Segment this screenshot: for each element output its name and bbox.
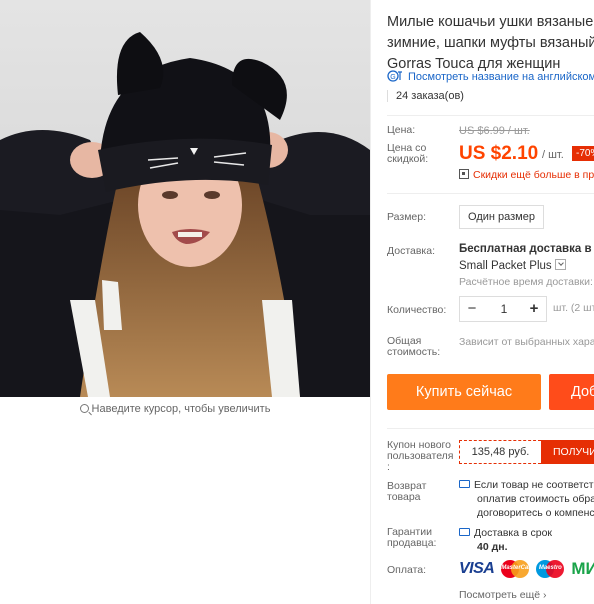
size-label: Размер: bbox=[387, 211, 427, 223]
product-image bbox=[0, 0, 370, 397]
quantity-increase-button[interactable]: + bbox=[522, 297, 546, 321]
delivery-truck-icon bbox=[459, 528, 470, 536]
chevron-down-icon[interactable] bbox=[554, 259, 566, 270]
shipping-label: Доставка: bbox=[387, 245, 436, 257]
zoom-hint: Наведите курсор, чтобы увеличить bbox=[0, 403, 350, 415]
returns-line: договоритесь о компенсации bbox=[477, 507, 594, 519]
panel-divider bbox=[370, 0, 371, 604]
price-label: Цена: bbox=[387, 124, 416, 136]
visa-logo: VISA bbox=[459, 560, 495, 577]
see-more-link[interactable]: Посмотреть ещё › bbox=[459, 589, 547, 601]
english-title-link[interactable]: G Посмотреть название на английском bbox=[387, 70, 594, 83]
quantity-decrease-button[interactable]: − bbox=[460, 297, 484, 321]
total-label: Общая стоимость: bbox=[387, 335, 441, 358]
mastercard-logo: MasterCard bbox=[501, 560, 534, 578]
price-unit: / шт. bbox=[542, 149, 564, 161]
get-coupon-button[interactable]: ПОЛУЧИТЬ СЕЙЧАС bbox=[541, 440, 594, 464]
qr-code-icon bbox=[459, 169, 469, 179]
guarantee-label: Гарантии продавца: bbox=[387, 526, 437, 549]
size-option-button[interactable]: Один размер bbox=[459, 205, 544, 229]
quantity-stepper: − 1 + bbox=[459, 296, 547, 322]
translate-icon: G bbox=[387, 70, 403, 82]
coupon-label: Купон нового пользователя : bbox=[387, 439, 454, 473]
svg-text:G: G bbox=[390, 74, 395, 81]
payment-label: Оплата: bbox=[387, 564, 427, 576]
divider bbox=[387, 193, 594, 194]
divider bbox=[387, 115, 594, 116]
guarantee-line: Доставка в срок bbox=[459, 527, 552, 539]
discount-price-label: Цена со скидкой: bbox=[387, 142, 429, 165]
divider bbox=[387, 428, 594, 429]
delivery-estimate: Расчётное время доставки: 24-46 дней bbox=[459, 276, 594, 288]
maestro-logo: Maestro bbox=[536, 560, 565, 578]
original-price: US $6.99 / шт. bbox=[459, 125, 530, 137]
discount-badge: -70% bbox=[572, 146, 594, 161]
returns-line: Если товар не соответствует bbox=[459, 479, 594, 491]
shipping-destination[interactable]: Бесплатная доставка в Russian Federation bbox=[459, 243, 594, 255]
total-value: Зависит от выбранных характеристик bbox=[459, 336, 594, 348]
guarantee-days: 40 дн. bbox=[477, 541, 508, 553]
coupon-amount: 135,48 руб. bbox=[459, 440, 541, 464]
product-info-panel: Милые кошачьи ушки вязаные теплые зимние… bbox=[387, 0, 594, 604]
quantity-input[interactable]: 1 bbox=[484, 297, 524, 321]
orders-count: 24 заказа(ов) bbox=[387, 90, 464, 102]
mir-logo: МИР bbox=[571, 559, 594, 578]
product-photo[interactable] bbox=[0, 0, 370, 397]
returns-label: Возврат товара bbox=[387, 480, 427, 503]
add-to-cart-button[interactable]: Добавить в корзину bbox=[549, 374, 594, 410]
quantity-label: Количество: bbox=[387, 304, 447, 316]
stock-info: шт. (2 шт. в наличии) bbox=[553, 302, 594, 314]
shipping-method-select[interactable]: Small Packet Plus bbox=[459, 259, 566, 272]
buy-now-button[interactable]: Купить сейчас bbox=[387, 374, 541, 410]
returns-line: оплатив стоимость обратной доставки bbox=[477, 493, 594, 505]
product-title: Милые кошачьи ушки вязаные теплые зимние… bbox=[387, 14, 594, 72]
return-icon bbox=[459, 480, 470, 488]
sale-price: US $2.10 bbox=[459, 143, 539, 164]
payment-methods: VISA MasterCard Maestro МИР bbox=[459, 558, 594, 580]
app-promo-link[interactable]: Скидки ещё больше в приложении bbox=[459, 169, 594, 181]
magnifier-icon bbox=[79, 404, 89, 413]
